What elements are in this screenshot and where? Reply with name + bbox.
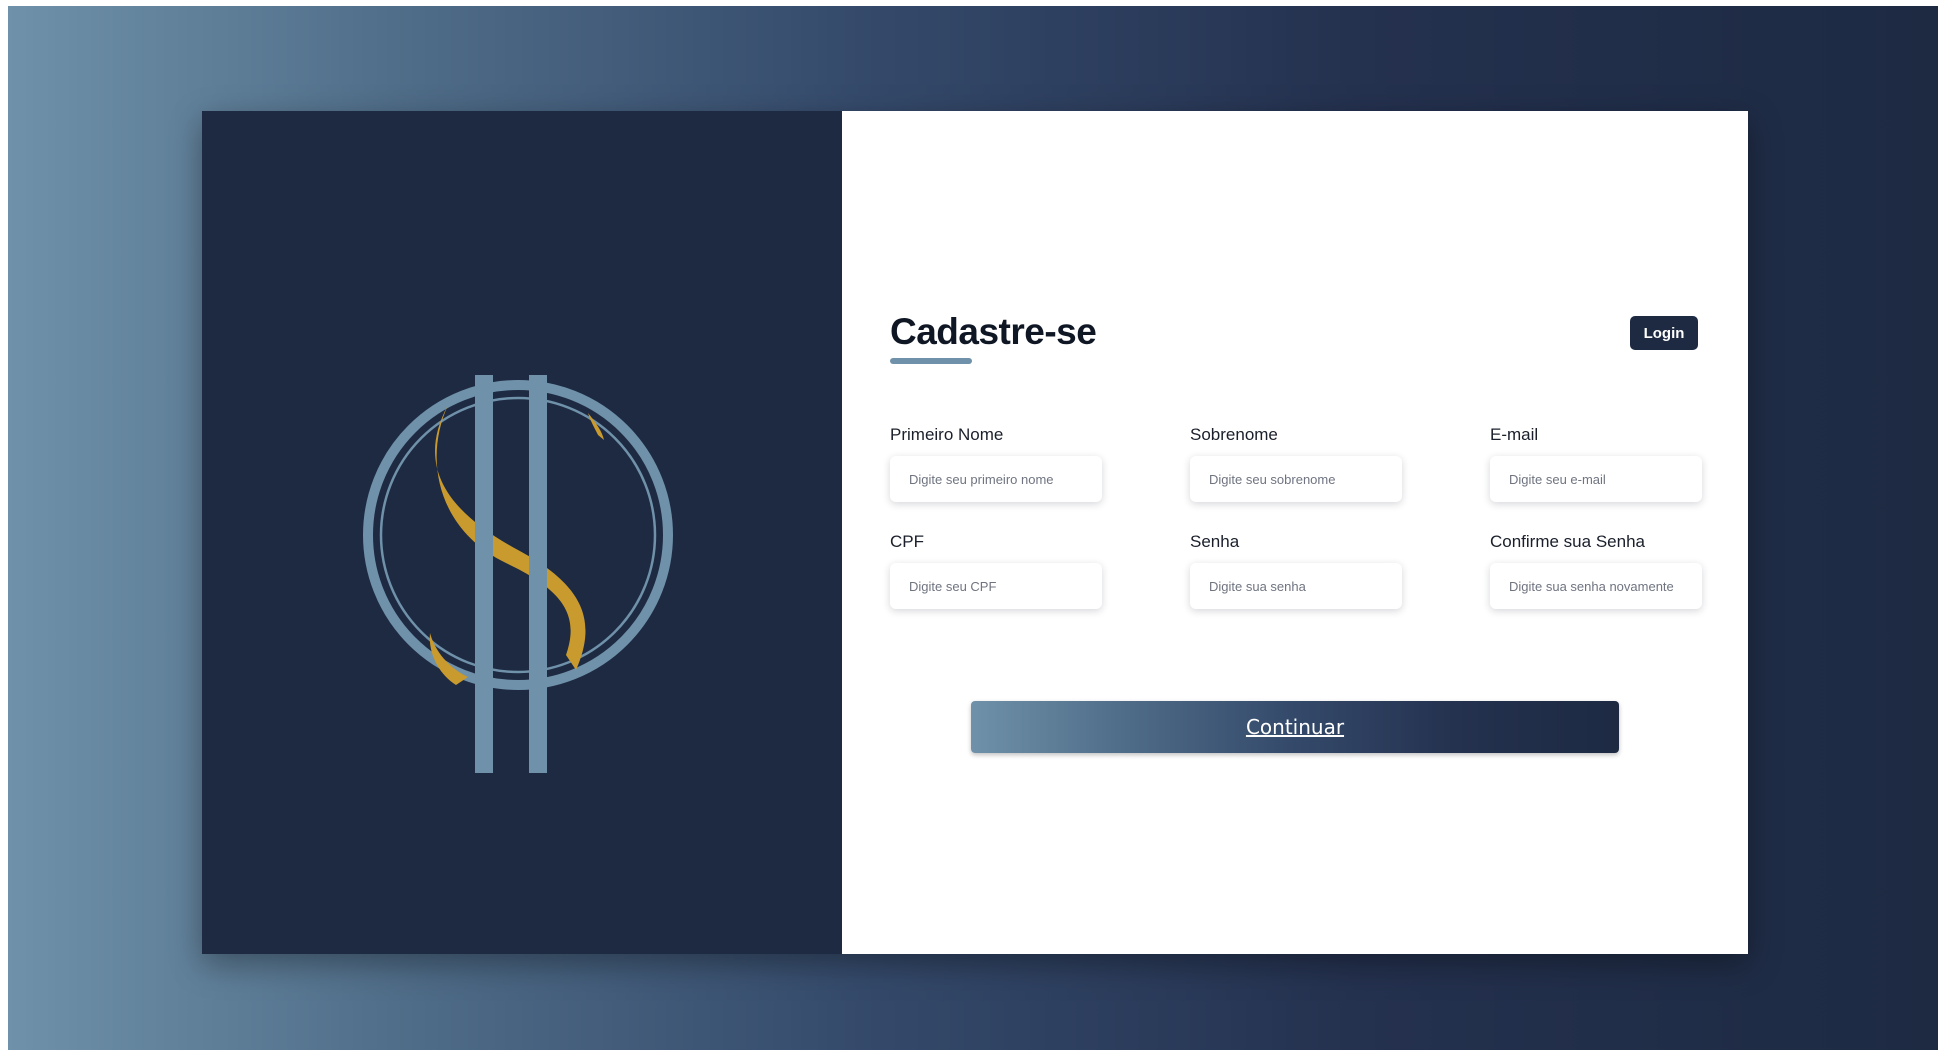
brand-panel (202, 111, 842, 954)
email-input[interactable] (1490, 456, 1702, 502)
last-name-input[interactable] (1190, 456, 1402, 502)
field-first-name: Primeiro Nome (890, 425, 1102, 502)
field-password: Senha (1190, 532, 1402, 609)
page-background: Cadastre-se Login Primeiro Nome Sobrenom… (8, 6, 1938, 1050)
form-panel: Cadastre-se Login Primeiro Nome Sobrenom… (842, 111, 1748, 954)
login-button[interactable]: Login (1630, 316, 1698, 350)
field-confirm-password: Confirme sua Senha (1490, 532, 1702, 609)
field-last-name: Sobrenome (1190, 425, 1402, 502)
dollar-s-emblem-icon (363, 375, 673, 773)
title-underline (890, 358, 972, 364)
field-email: E-mail (1490, 425, 1702, 502)
signup-card: Cadastre-se Login Primeiro Nome Sobrenom… (202, 111, 1748, 954)
first-name-input[interactable] (890, 456, 1102, 502)
continue-button[interactable]: Continuar (971, 701, 1619, 753)
page-title: Cadastre-se (890, 311, 1097, 352)
confirm-password-label: Confirme sua Senha (1490, 532, 1645, 551)
field-cpf: CPF (890, 532, 1102, 609)
cpf-label: CPF (890, 532, 924, 551)
cpf-input[interactable] (890, 563, 1102, 609)
first-name-label: Primeiro Nome (890, 425, 1004, 444)
email-label: E-mail (1490, 425, 1539, 444)
confirm-password-input[interactable] (1490, 563, 1702, 609)
password-label: Senha (1190, 532, 1240, 551)
password-input[interactable] (1190, 563, 1402, 609)
last-name-label: Sobrenome (1190, 425, 1278, 444)
